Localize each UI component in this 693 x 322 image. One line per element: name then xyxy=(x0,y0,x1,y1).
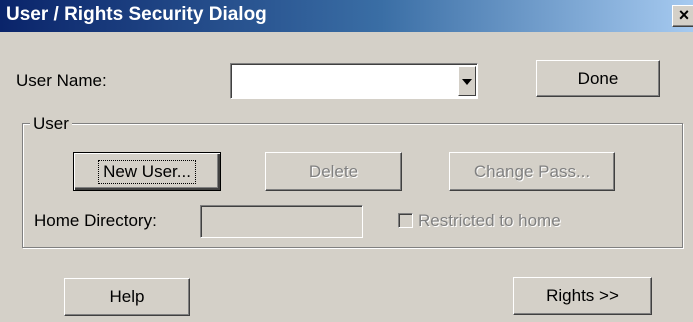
close-icon: × xyxy=(678,5,690,25)
new-user-button[interactable]: New User... xyxy=(73,152,221,191)
user-group-legend: User xyxy=(30,114,72,134)
rights-button[interactable]: Rights >> xyxy=(513,277,652,315)
help-button[interactable]: Help xyxy=(64,278,190,316)
home-directory-field[interactable] xyxy=(200,205,363,238)
delete-button[interactable]: Delete xyxy=(265,152,402,191)
title-bar[interactable]: User / Rights Security Dialog × xyxy=(0,0,693,32)
change-password-button[interactable]: Change Pass... xyxy=(449,152,615,191)
done-button[interactable]: Done xyxy=(536,60,660,97)
user-name-label: User Name: xyxy=(16,71,107,90)
restricted-to-home-checkbox[interactable] xyxy=(398,213,413,228)
new-user-label: New User... xyxy=(98,159,196,184)
user-name-dropdown-button[interactable] xyxy=(458,66,476,96)
home-directory-label: Home Directory: xyxy=(34,211,157,230)
security-dialog: User / Rights Security Dialog × User Nam… xyxy=(0,0,693,322)
restricted-to-home-label: Restricted to home xyxy=(418,211,561,230)
chevron-down-icon xyxy=(462,72,472,90)
dialog-title: User / Rights Security Dialog xyxy=(6,4,267,25)
user-name-combobox[interactable] xyxy=(230,63,478,99)
close-button[interactable]: × xyxy=(672,5,693,27)
